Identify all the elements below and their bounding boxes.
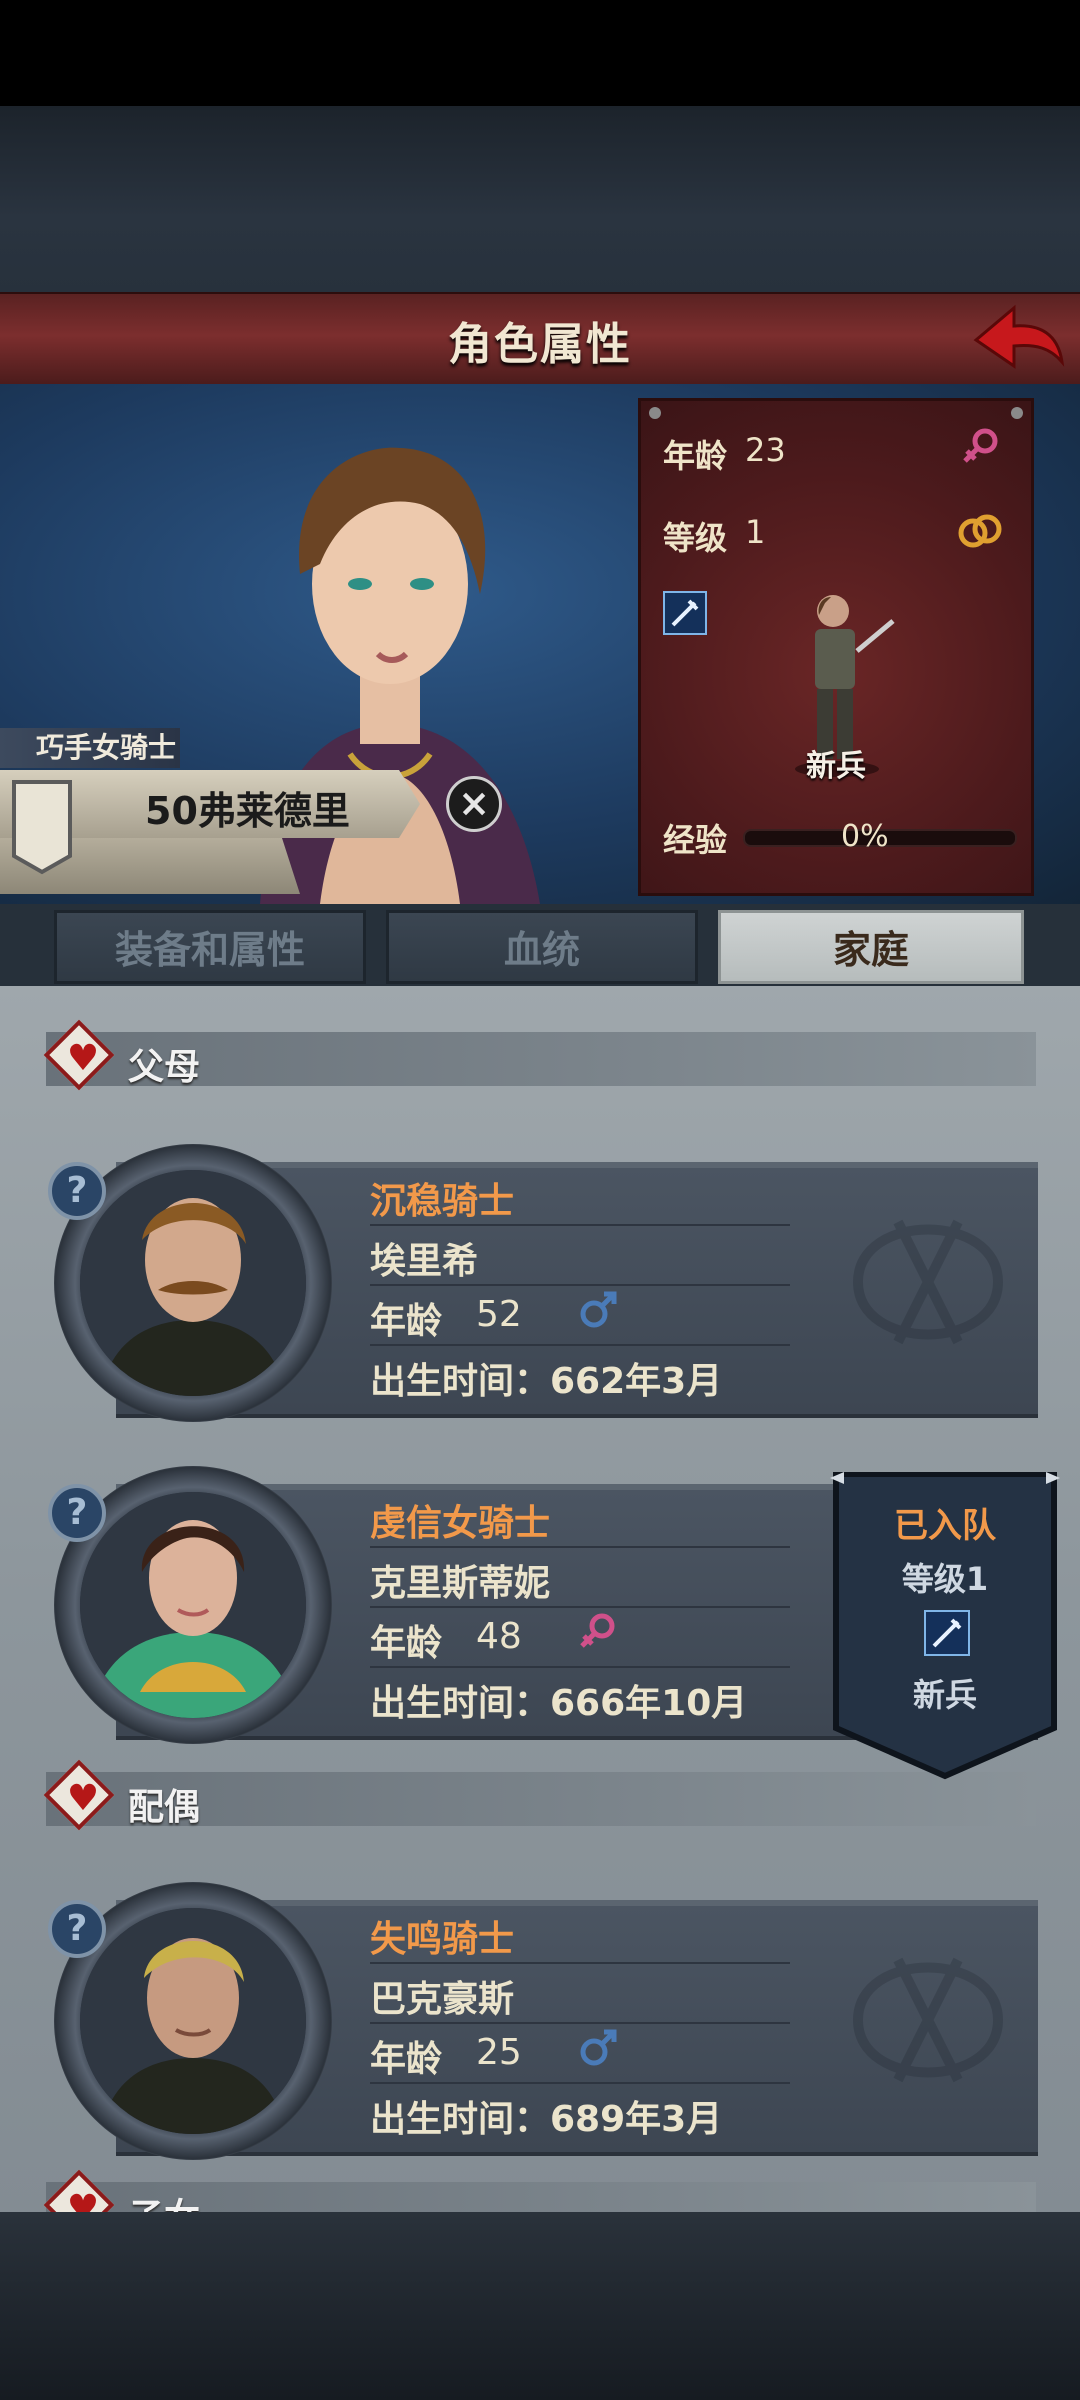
title-bar: 角色属性 [0,292,1080,389]
birth-date: 出生时间：666年10月 [370,1683,748,1724]
age-value: 52 [476,1294,522,1335]
birth-date: 出生时间：662年3月 [370,1361,723,1402]
section-children: ♥ 子女 [43,2169,1036,2212]
family-card-spouse[interactable]: ? 失鸣骑士 巴克豪斯 年龄 25 出生时间：689年3月 [46,1882,1038,2160]
member-title: 沉稳骑士 [370,1181,515,1222]
party-level: 等级1 [901,1560,989,1598]
divider [370,1284,790,1286]
member-title: 失鸣骑士 [370,1919,515,1960]
member-name: 克里斯蒂妮 [370,1563,551,1604]
age-label: 年龄 [370,1301,443,1342]
sword-class-icon [924,1610,970,1656]
heart-icon: ♥ [66,1038,100,1079]
section-spouse: ♥ 配偶 [43,1759,1036,1831]
member-name: 埃里希 [370,1241,479,1282]
heart-icon: ♥ [66,2188,100,2212]
female-icon [580,1613,615,1648]
sword-class-icon [663,591,707,635]
party-role: 新兵 [912,1676,977,1714]
age-label: 年龄 [663,437,728,475]
section-title-children: 子女 [128,2188,200,2212]
divider [370,2082,790,2084]
close-icon[interactable]: × [446,776,502,832]
top-backdrop [0,106,1080,292]
father-portrait[interactable] [80,1170,306,1396]
exp-label: 经验 [663,821,728,859]
exp-percent: 0% [841,819,889,854]
tab-equipment[interactable]: 装备和属性 [54,910,366,984]
help-icon[interactable]: ? [48,1900,106,1958]
age-value: 23 [745,431,786,469]
rivet [649,407,661,419]
level-label: 等级 [663,519,728,557]
character-name[interactable]: 50弗莱德里 [145,780,350,835]
party-status: 已入队 [894,1506,996,1546]
age-label: 年龄 [370,1623,443,1664]
age-value: 48 [476,1616,522,1657]
female-icon [963,428,998,463]
birth-date: 出生时间：689年3月 [370,2099,723,2140]
tab-bloodline[interactable]: 血统 [386,910,698,984]
divider [370,1546,790,1548]
spouse-portrait[interactable] [80,1908,306,2134]
level-value: 1 [745,513,766,551]
divider [370,1666,790,1668]
page-title: 角色属性 [448,319,632,370]
male-icon [580,1291,617,1328]
male-icon [580,2029,617,2066]
stats-panel: 年龄 23 等级 1 新兵 经验 0% [638,398,1034,896]
class-title: 巧手女骑士 [0,728,180,768]
ring-icon[interactable] [955,509,1005,553]
shield-badge-icon[interactable] [10,778,74,876]
age-value: 25 [476,2032,522,2073]
celtic-knot-decoration [852,1219,1004,1345]
divider [370,1344,790,1346]
tab-family[interactable]: 家庭 [718,910,1024,984]
family-card-father[interactable]: ? 沉稳骑士 埃里希 年龄 52 出生时间：662年3月 [46,1144,1038,1422]
divider [370,1606,790,1608]
status-bar [0,0,1080,106]
role-label: 新兵 [806,749,866,784]
back-arrow-icon[interactable] [970,300,1066,380]
divider [370,1962,790,1964]
bottom-backdrop [0,2212,1080,2400]
celtic-knot-decoration [852,1957,1004,2083]
help-icon[interactable]: ? [48,1162,106,1220]
mother-portrait[interactable] [80,1492,306,1718]
section-title-spouse: 配偶 [128,1787,201,1828]
rivet [1011,407,1023,419]
heart-icon: ♥ [66,1778,100,1819]
section-title-parents: 父母 [128,1047,201,1088]
member-title: 虔信女骑士 [370,1503,551,1544]
divider [370,1224,790,1226]
age-label: 年龄 [370,2039,443,2080]
divider [370,2022,790,2024]
help-icon[interactable]: ? [48,1484,106,1542]
party-badge-content[interactable]: 已入队 等级1 新兵 [830,1472,1060,1780]
member-name: 巴克豪斯 [370,1979,515,2020]
section-parents: ♥ 父母 [43,1019,1036,1091]
